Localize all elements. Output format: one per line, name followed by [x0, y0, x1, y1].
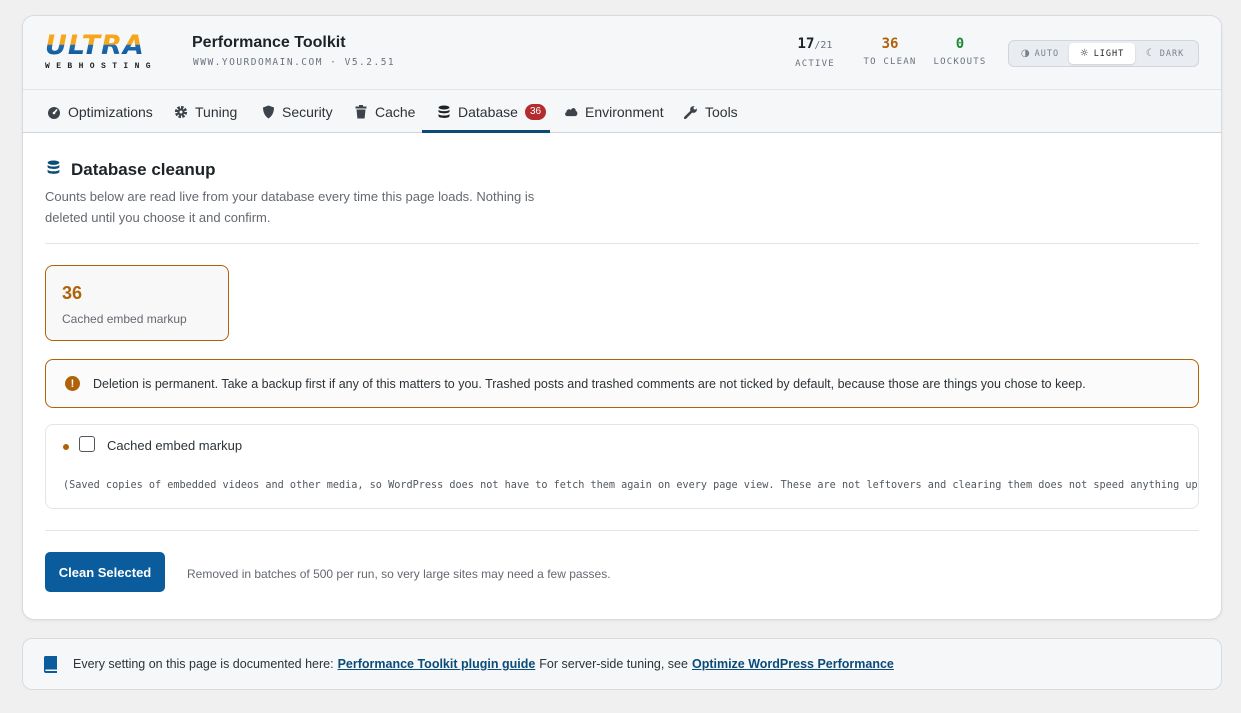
exclamation-icon: !: [65, 376, 80, 391]
logo-subtitle: WEBHOSTING: [45, 62, 158, 71]
tab-database[interactable]: Database 36: [422, 90, 550, 133]
section-description: Counts below are read live from your dat…: [45, 189, 535, 225]
contrast-icon: ◑: [1020, 48, 1031, 59]
theme-dark-option[interactable]: ☾ DARK: [1135, 43, 1195, 64]
tab-optimizations[interactable]: Optimizations: [47, 90, 153, 133]
stat-active-value: 17: [797, 36, 815, 52]
cleanup-item-label: Cached embed markup: [107, 438, 243, 453]
header: ULTRA WEBHOSTING Performance Toolkit WWW…: [23, 16, 1221, 90]
summary-card-count: 36: [62, 283, 83, 303]
summary-card-label: Cached embed markup: [62, 312, 187, 326]
stat-clean-value: 36: [881, 36, 899, 52]
warning-text: Deletion is permanent. Take a backup fir…: [93, 376, 1086, 391]
shield-icon: [261, 105, 275, 119]
logo: ULTRA WEBHOSTING: [45, 32, 181, 72]
plugin-guide-link[interactable]: Performance Toolkit plugin guide: [338, 657, 536, 671]
theme-switcher: ◑ AUTO ☼ LIGHT ☾ DARK: [1008, 40, 1199, 67]
app-title: Performance Toolkit: [192, 34, 346, 51]
divider: [45, 530, 1199, 531]
stat-lockouts: 0 LOCKOUTS: [931, 35, 989, 67]
logo-word: ULTRA: [45, 32, 181, 60]
cloud-icon: [564, 105, 578, 119]
stat-active-total: /21: [814, 40, 833, 51]
gear-icon: [174, 105, 188, 119]
status-dot: [63, 444, 69, 450]
stat-to-clean: 36 TO CLEAN: [855, 35, 925, 67]
batch-note: Removed in batches of 500 per run, so ve…: [187, 567, 611, 581]
trash-icon: [354, 104, 368, 119]
optimize-wordpress-link[interactable]: Optimize WordPress Performance: [692, 657, 894, 671]
footer-text: Every setting on this page is documented…: [73, 657, 334, 671]
tab-security[interactable]: Security: [261, 90, 333, 133]
warning-notice: ! Deletion is permanent. Take a backup f…: [45, 359, 1199, 408]
cleanup-item-description: (Saved copies of embedded videos and oth…: [63, 480, 1199, 491]
tab-environment[interactable]: Environment: [564, 90, 664, 133]
stat-clean-label: TO CLEAN: [863, 57, 917, 67]
stat-lockouts-value: 0: [955, 36, 965, 52]
main-panel: ULTRA WEBHOSTING Performance Toolkit WWW…: [22, 15, 1222, 620]
section-title: Database cleanup: [47, 160, 216, 180]
tab-tools[interactable]: Tools: [684, 90, 738, 133]
database-icon: [437, 105, 451, 119]
tab-database-label: Database: [458, 103, 518, 120]
sun-icon: ☼: [1079, 48, 1090, 59]
tab-cache[interactable]: Cache: [354, 90, 415, 133]
theme-auto-option[interactable]: ◑ AUTO: [1011, 43, 1069, 64]
stat-lockouts-label: LOCKOUTS: [933, 57, 987, 67]
footer: Every setting on this page is documented…: [22, 638, 1222, 690]
tab-database-badge: 36: [524, 103, 547, 120]
theme-light-option[interactable]: ☼ LIGHT: [1069, 43, 1135, 64]
cleanup-item-checkbox[interactable]: [79, 436, 95, 452]
footer-text-middle: For server-side tuning, see: [539, 657, 688, 671]
tab-tuning[interactable]: Tuning: [174, 90, 237, 133]
section-title-text: Database cleanup: [71, 160, 216, 179]
divider: [45, 243, 1199, 244]
book-icon: [43, 655, 59, 673]
stat-active: 17/21 ACTIVE: [787, 35, 843, 69]
gauge-icon: [47, 105, 61, 119]
clean-selected-button[interactable]: Clean Selected: [45, 552, 165, 592]
tab-bar: Optimizations Tuning Security Cache Data…: [23, 90, 1221, 133]
cleanup-item: Cached embed markup (Saved copies of emb…: [45, 424, 1199, 509]
summary-card: 36 Cached embed markup: [45, 265, 229, 341]
moon-icon: ☾: [1145, 48, 1156, 59]
database-icon: [47, 160, 60, 180]
app-subtitle: WWW.YOURDOMAIN.COM · V5.2.51: [193, 57, 396, 68]
stat-active-label: ACTIVE: [795, 59, 835, 69]
wrench-icon: [684, 105, 698, 119]
